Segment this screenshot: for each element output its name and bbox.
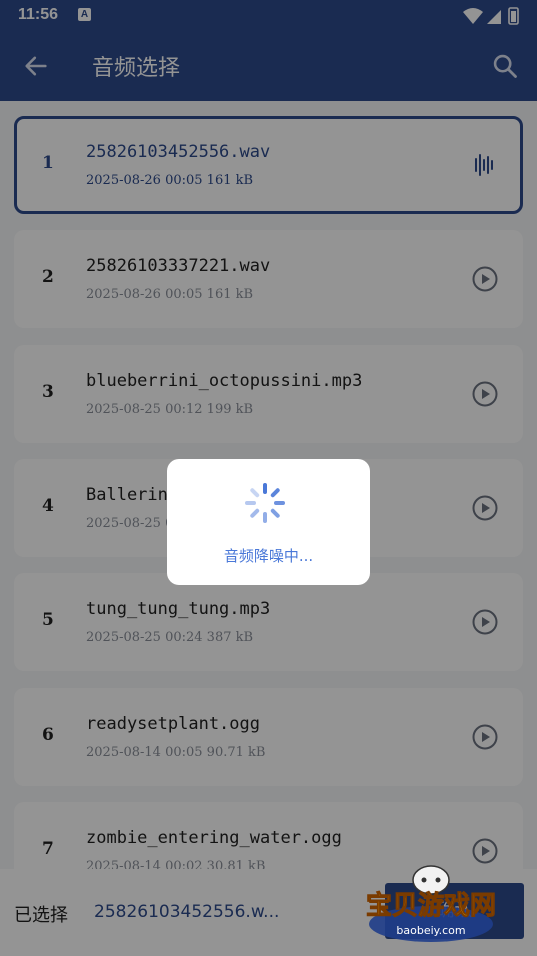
watermark-logo: 宝贝游戏网 baobeiy.com bbox=[365, 865, 497, 942]
loading-dialog: 音频降噪中... bbox=[167, 459, 370, 585]
loading-spinner-icon bbox=[245, 483, 285, 523]
watermark-url: baobeiy.com bbox=[396, 924, 465, 937]
loading-message: 音频降噪中... bbox=[223, 547, 314, 565]
watermark-title: 宝贝游戏网 bbox=[366, 890, 496, 921]
